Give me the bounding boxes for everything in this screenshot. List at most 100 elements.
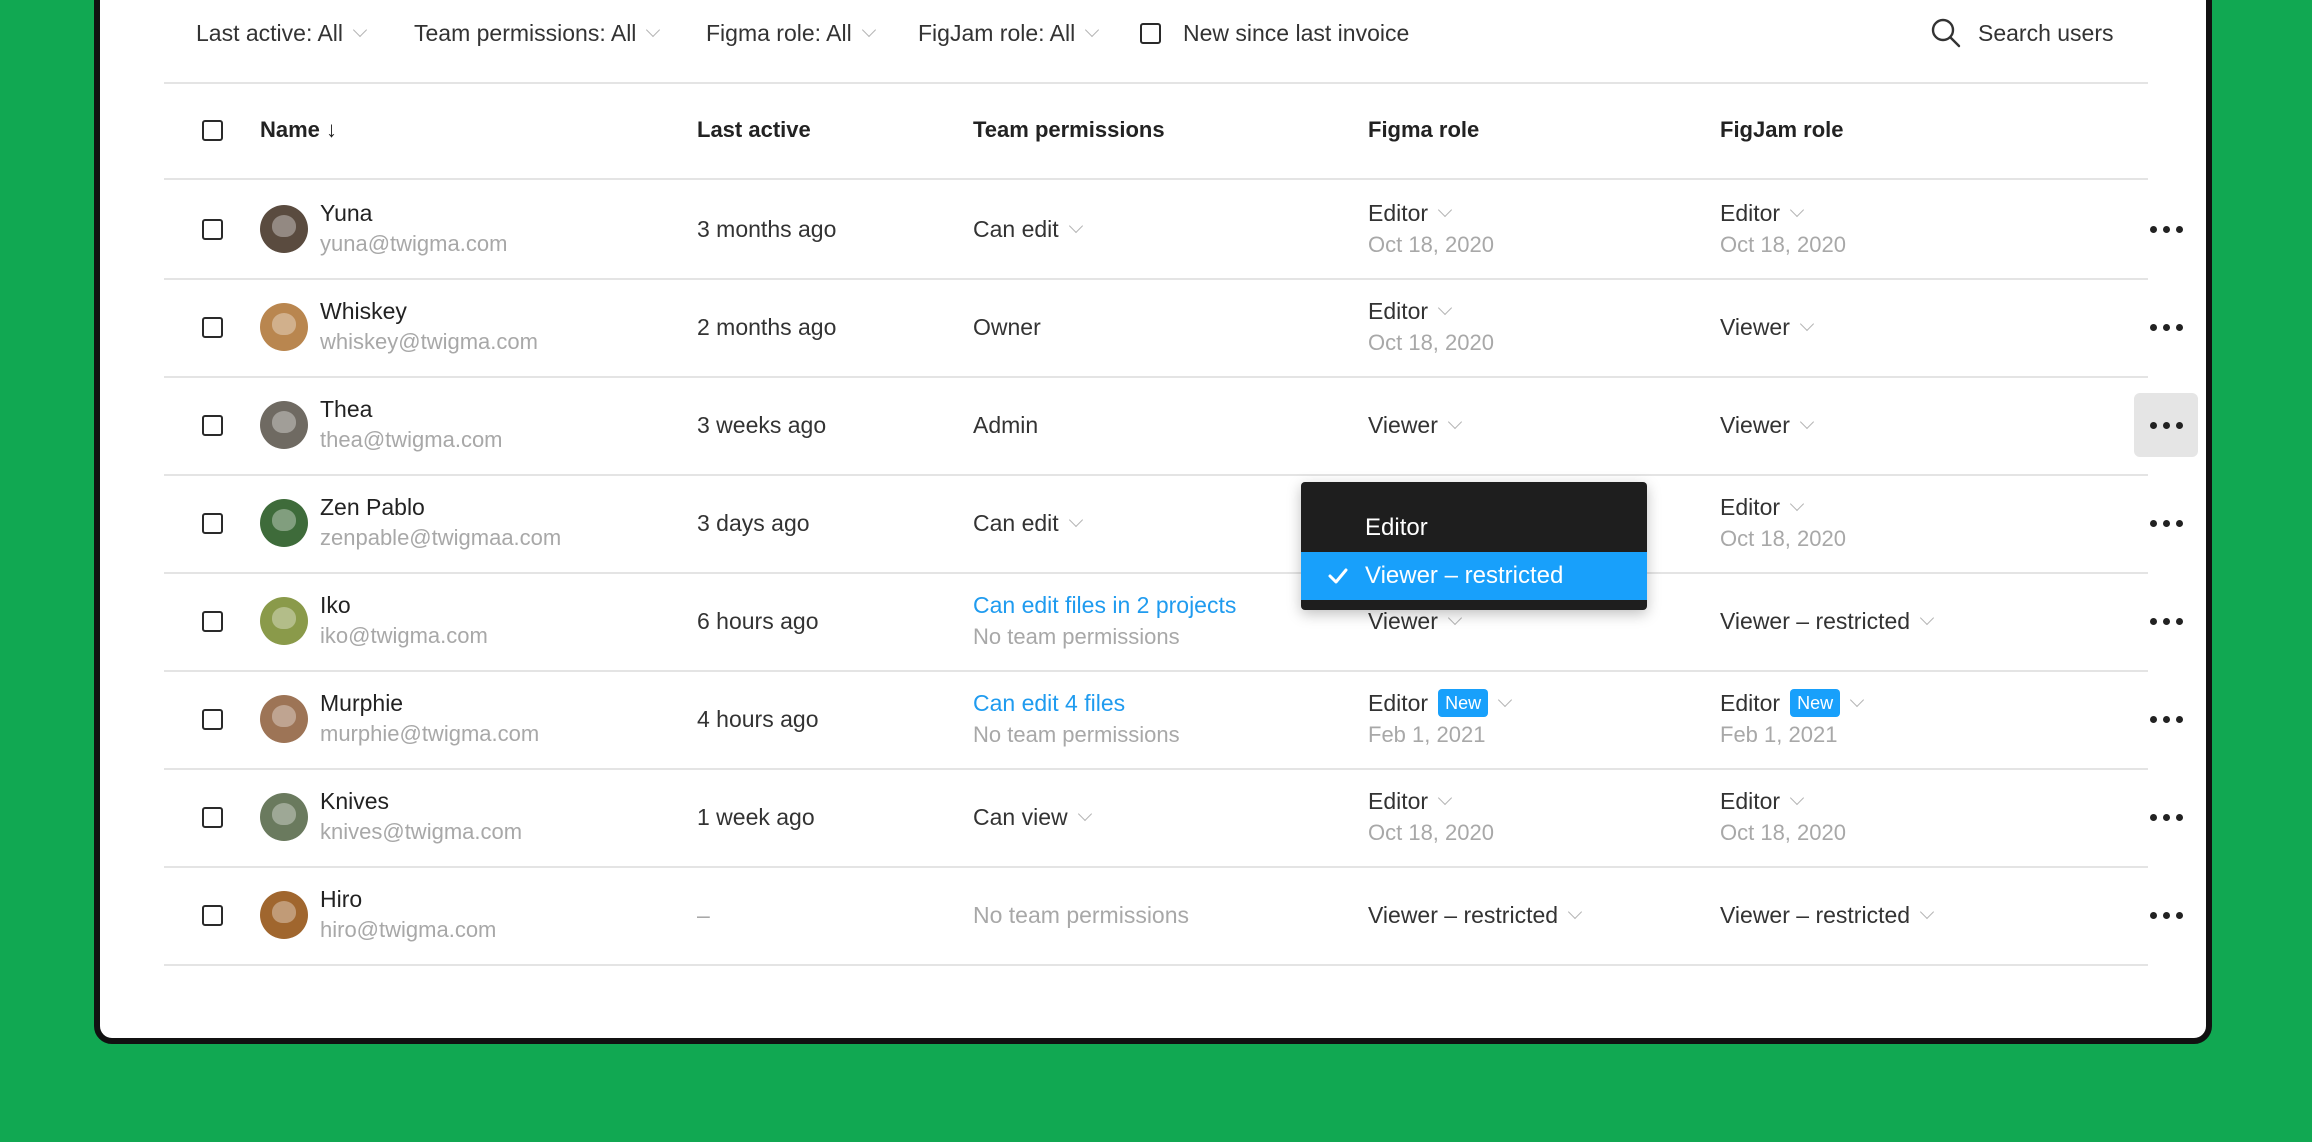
- team-permission-select[interactable]: Can edit: [973, 213, 1083, 245]
- figma-role-select[interactable]: Viewer: [1368, 409, 1462, 441]
- chevron-down-icon: [861, 22, 876, 38]
- user-name: Hiro: [320, 886, 363, 912]
- user-cell: Zen Pablo zenpable@twigmaa.com: [260, 474, 561, 572]
- more-options-button[interactable]: [2134, 295, 2198, 359]
- table-row[interactable]: Hiro hiro@twigma.com – No team permissio…: [164, 866, 2183, 964]
- user-email: hiro@twigma.com: [320, 917, 497, 942]
- select-all-checkbox[interactable]: [202, 119, 223, 141]
- chevron-down-icon: [1438, 202, 1453, 218]
- table-row[interactable]: Whiskey whiskey@twigma.com 2 months ago …: [164, 278, 2183, 376]
- table-row[interactable]: Knives knives@twigma.com 1 week ago Can …: [164, 768, 2183, 866]
- row-checkbox-cell: [202, 866, 223, 964]
- table-row[interactable]: Yuna yuna@twigma.com 3 months ago Can ed…: [164, 180, 2183, 278]
- team-permission-link[interactable]: Can edit files in 2 projects: [973, 589, 1236, 621]
- table-row[interactable]: Zen Pablo zenpable@twigmaa.com 3 days ag…: [164, 474, 2183, 572]
- more-options-button[interactable]: [2134, 393, 2198, 457]
- header-figma-role[interactable]: Figma role: [1368, 82, 1479, 178]
- more-options-button[interactable]: [2134, 491, 2198, 555]
- search-users-label: Search users: [1978, 19, 2114, 46]
- more-options-button[interactable]: [2134, 197, 2198, 261]
- team-permission-select[interactable]: Can edit: [973, 507, 1083, 539]
- table-row[interactable]: Thea thea@twigma.com 3 weeks ago Admin V…: [164, 376, 2198, 474]
- figjam-role-select[interactable]: Editor: [1720, 197, 1846, 229]
- figjam-role-select[interactable]: Viewer: [1720, 311, 1814, 343]
- check-icon: [1328, 568, 1348, 584]
- new-since-invoice-checkbox[interactable]: [1140, 22, 1161, 44]
- figma-role-date: Feb 1, 2021: [1368, 722, 1486, 747]
- figma-role-select[interactable]: Editor: [1368, 295, 1494, 327]
- row-checkbox[interactable]: [202, 610, 223, 632]
- row-checkbox[interactable]: [202, 316, 223, 338]
- figjam-role-select[interactable]: Viewer – restricted: [1720, 605, 1935, 637]
- figjam-role-select[interactable]: Viewer – restricted: [1720, 899, 1935, 931]
- header-last-active[interactable]: Last active: [697, 82, 811, 178]
- members-window: Last active: All Team permissions: All F…: [94, 0, 2212, 1044]
- new-since-invoice-label: New since last invoice: [1183, 19, 1410, 46]
- avatar: [260, 303, 308, 351]
- figma-role-select[interactable]: Editor: [1368, 785, 1494, 817]
- figma-role-select[interactable]: Editor New: [1368, 687, 1513, 719]
- team-permission-link[interactable]: Can edit 4 files: [973, 687, 1180, 719]
- chevron-down-icon: [1850, 692, 1865, 708]
- row-checkbox-cell: [202, 376, 223, 474]
- figma-role-date: Oct 18, 2020: [1368, 330, 1494, 355]
- avatar: [260, 695, 308, 743]
- row-checkbox[interactable]: [202, 414, 223, 436]
- user-name: Knives: [320, 788, 390, 814]
- figjam-role-select[interactable]: Editor: [1720, 785, 1846, 817]
- search-users[interactable]: Search users: [1930, 0, 2114, 66]
- table-row[interactable]: Iko iko@twigma.com 6 hours ago Can edit …: [164, 572, 2183, 670]
- figjam-role-value: Viewer: [1720, 412, 1790, 438]
- row-checkbox[interactable]: [202, 806, 223, 828]
- figjam-role-value: Editor: [1720, 690, 1781, 716]
- figjam-role-select[interactable]: Editor New: [1720, 687, 1865, 719]
- header-figjam-role[interactable]: FigJam role: [1720, 82, 1843, 178]
- more-options-button[interactable]: [2134, 589, 2198, 653]
- new-since-invoice-toggle[interactable]: New since last invoice: [1140, 0, 1409, 66]
- dropdown-option-editor[interactable]: Editor: [1301, 504, 1647, 552]
- last-active: 3 days ago: [697, 510, 810, 536]
- avatar: [260, 891, 308, 939]
- user-email: iko@twigma.com: [320, 623, 488, 648]
- figjam-role-value: Editor: [1720, 494, 1781, 520]
- figma-role-select[interactable]: Viewer – restricted: [1368, 899, 1583, 931]
- figma-role-value: Viewer – restricted: [1368, 902, 1559, 928]
- more-icon: [2149, 421, 2183, 429]
- figjam-role-select[interactable]: Viewer: [1720, 409, 1814, 441]
- filter-figjam-role[interactable]: FigJam role: All: [918, 0, 1100, 66]
- team-permission-value: Owner: [973, 314, 1041, 340]
- row-checkbox-cell: [202, 474, 223, 572]
- chevron-down-icon: [1077, 806, 1092, 822]
- figma-role-select[interactable]: Editor: [1368, 197, 1494, 229]
- divider: [164, 964, 2148, 966]
- dropdown-option-viewer-restricted[interactable]: Viewer – restricted: [1301, 552, 1647, 600]
- filter-last-active-label: Last active: All: [196, 19, 344, 46]
- filter-team-permissions[interactable]: Team permissions: All: [414, 0, 661, 66]
- avatar: [260, 499, 308, 547]
- table-row[interactable]: Murphie murphie@twigma.com 4 hours ago C…: [164, 670, 2183, 768]
- search-icon: [1931, 18, 1961, 48]
- row-checkbox[interactable]: [202, 512, 223, 534]
- filter-team-permissions-label: Team permissions: All: [414, 19, 637, 46]
- row-checkbox[interactable]: [202, 708, 223, 730]
- figjam-role-select[interactable]: Editor: [1720, 491, 1846, 523]
- figjam-role-date: Oct 18, 2020: [1720, 820, 1846, 845]
- last-active: 6 hours ago: [697, 608, 819, 634]
- more-options-button[interactable]: [2134, 785, 2198, 849]
- user-email: knives@twigma.com: [320, 819, 523, 844]
- team-permission-select[interactable]: Can view: [973, 801, 1092, 833]
- header-name[interactable]: Name ↓: [260, 82, 337, 178]
- team-permission-value: No team permissions: [973, 902, 1190, 928]
- header-team-permissions[interactable]: Team permissions: [973, 82, 1165, 178]
- row-checkbox-cell: [202, 572, 223, 670]
- filter-last-active[interactable]: Last active: All: [196, 0, 368, 66]
- figjam-role-date: Oct 18, 2020: [1720, 232, 1846, 257]
- select-all-cell: [202, 82, 223, 178]
- row-checkbox[interactable]: [202, 904, 223, 926]
- user-cell: Hiro hiro@twigma.com: [260, 866, 496, 964]
- more-options-button[interactable]: [2134, 883, 2198, 947]
- row-checkbox[interactable]: [202, 218, 223, 240]
- more-options-button[interactable]: [2134, 687, 2198, 751]
- filter-figma-role[interactable]: Figma role: All: [706, 0, 876, 66]
- user-cell: Iko iko@twigma.com: [260, 572, 488, 670]
